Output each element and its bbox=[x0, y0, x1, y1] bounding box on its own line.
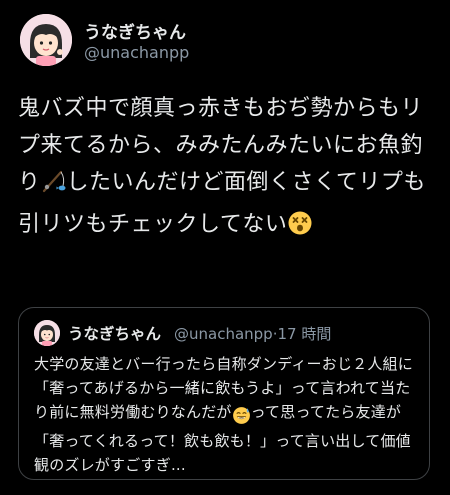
quote-text: 大学の友達とバー行ったら自称ダンディーおじ２人組に「奢ってあげるから一緒に飲もう… bbox=[34, 352, 424, 477]
grinning-sweat-icon bbox=[232, 405, 251, 429]
author-avatar[interactable] bbox=[20, 14, 72, 66]
quote-author-handle: @unachanpp bbox=[174, 325, 273, 343]
author-display-name[interactable]: うなぎちゃん bbox=[84, 18, 186, 43]
quote-timestamp: 17 時間 bbox=[277, 325, 332, 343]
fishing-pole-icon bbox=[41, 168, 67, 206]
tweet-text-part2: したいんだけど面倒くさくてリプも引リツもチェックしてない bbox=[18, 170, 426, 237]
quote-author-avatar bbox=[34, 320, 60, 346]
tweet-text: 鬼バズ中で顔真っ赤きもおぢ勢からもリプ来てるから、みみたんみたいにお魚釣り した… bbox=[18, 90, 438, 248]
girl-avatar-icon bbox=[20, 14, 72, 66]
girl-avatar-icon bbox=[34, 320, 60, 346]
quote-author-display-name: うなぎちゃん bbox=[68, 325, 162, 343]
author-handle[interactable]: @unachanpp bbox=[84, 43, 189, 62]
dizzy-face-icon bbox=[287, 210, 313, 248]
quote-tweet-card[interactable]: うなぎちゃん @unachanpp·17 時間 大学の友達とバー行ったら自称ダン… bbox=[18, 307, 430, 480]
tweet-header: うなぎちゃん @unachanpp bbox=[18, 12, 438, 72]
quote-meta: @unachanpp·17 時間 bbox=[174, 323, 331, 344]
